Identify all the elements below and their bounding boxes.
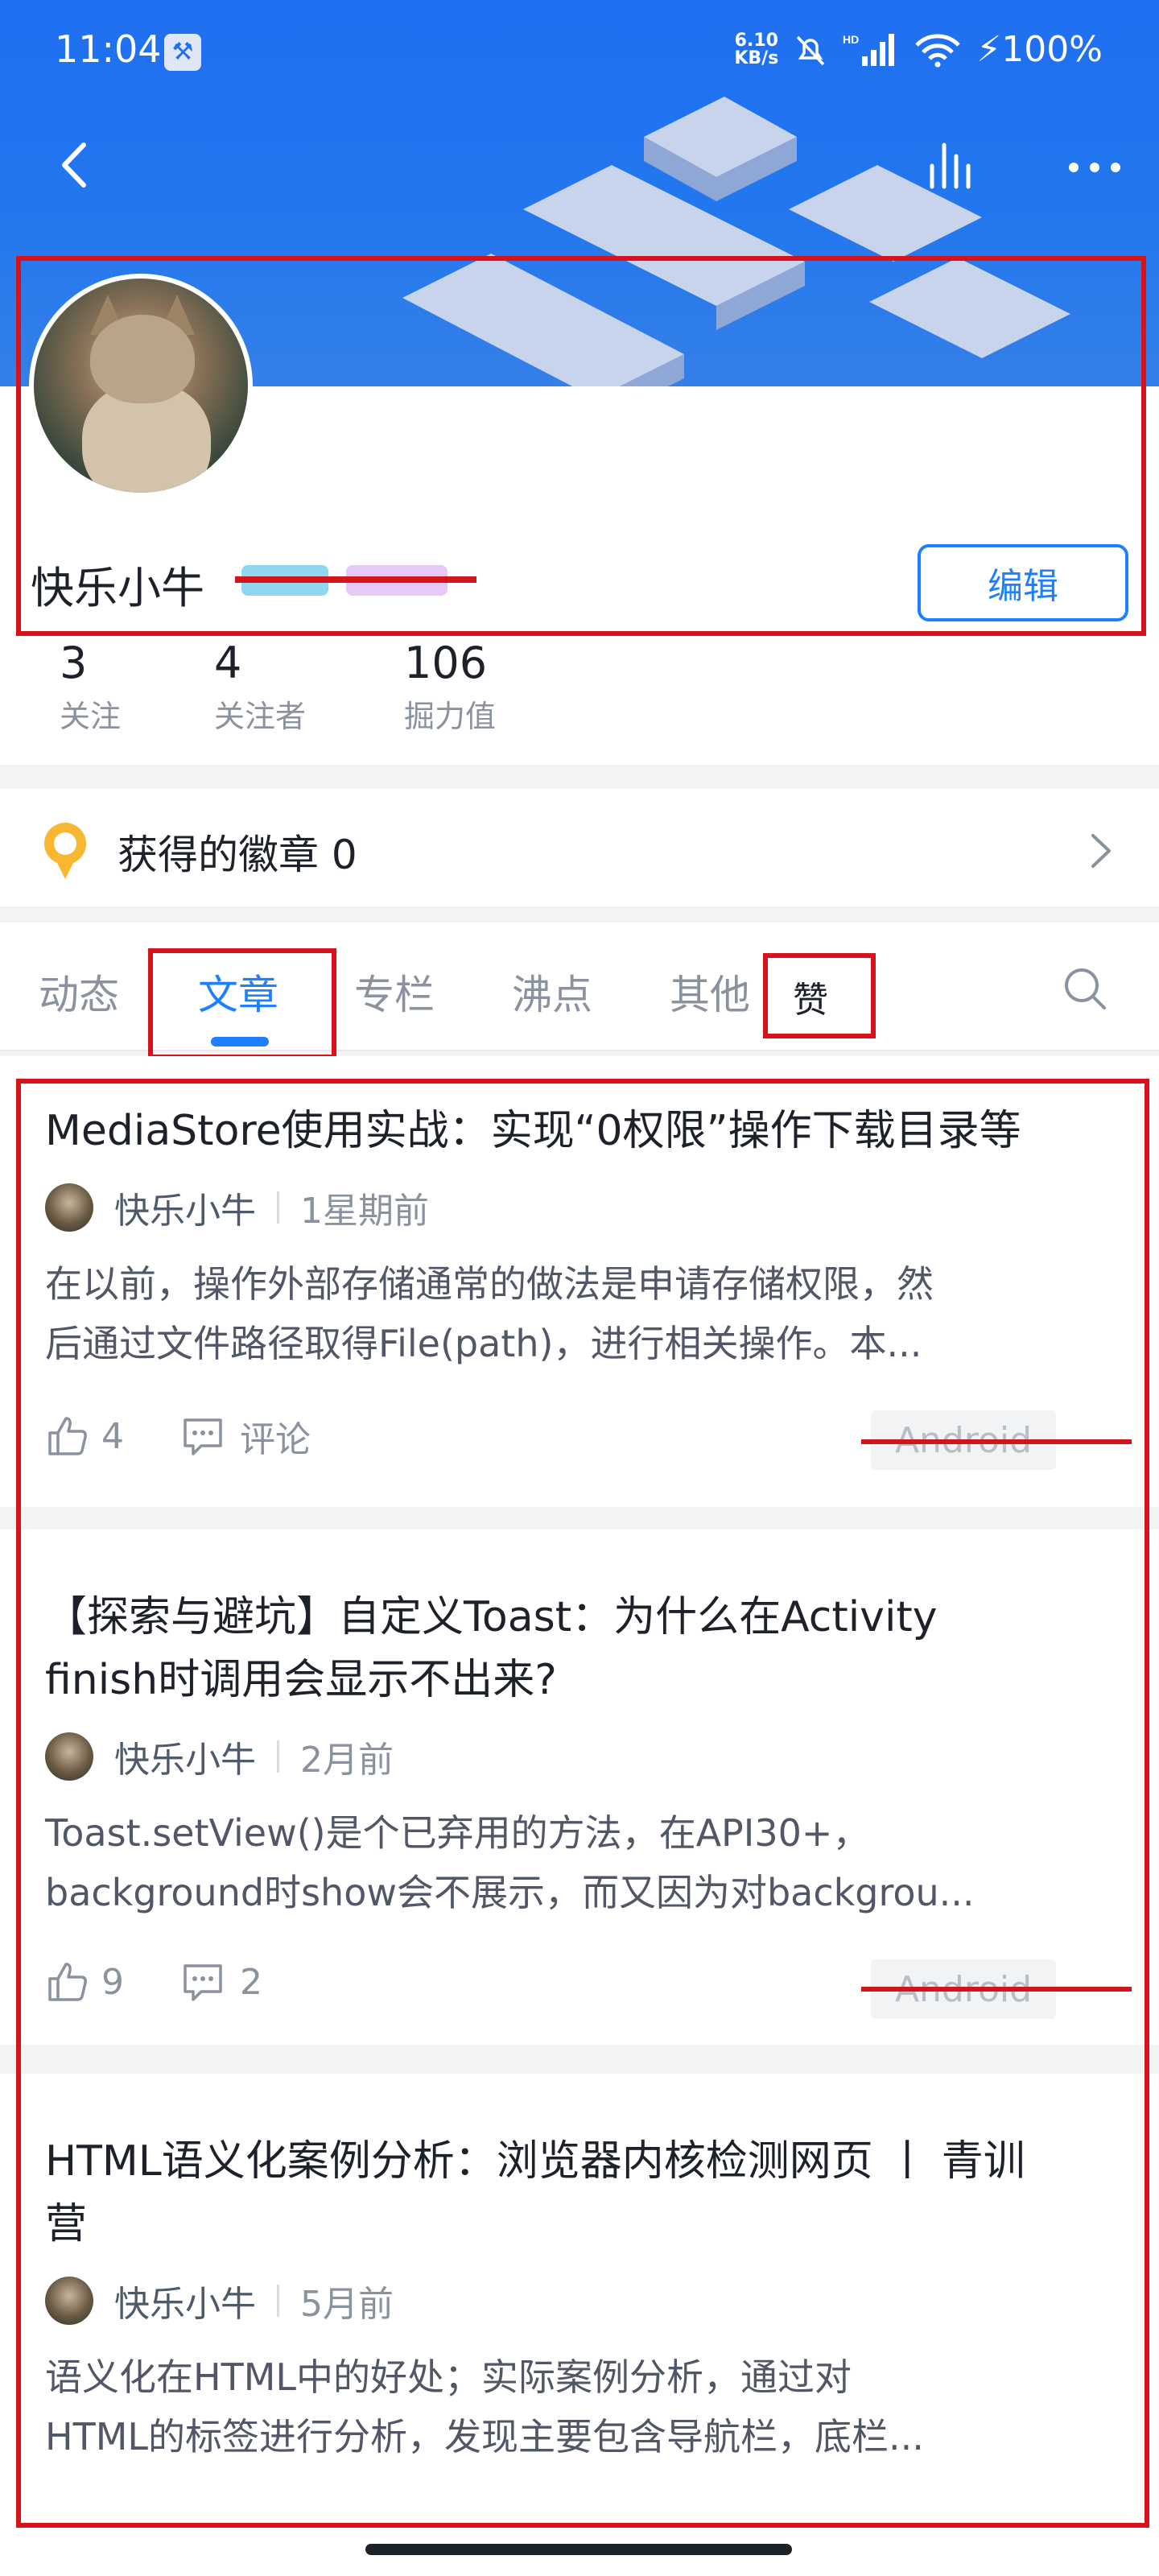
tab-other[interactable]: 其他 — [670, 963, 750, 1021]
annotation-box-articles-tab — [148, 948, 336, 1059]
bell-muted-icon — [797, 35, 825, 65]
stat-following[interactable]: 3 关注 — [60, 638, 121, 736]
tab-columns[interactable]: 专栏 — [354, 963, 435, 1021]
stat-followers[interactable]: 4 关注者 — [214, 638, 306, 736]
stats-icon[interactable] — [924, 138, 980, 195]
back-arrow-icon[interactable] — [48, 137, 105, 193]
badges-label: 获得的徽章 0 — [118, 832, 357, 878]
network-speed: 6.10 KB/s — [734, 30, 779, 68]
annotation-box-profile — [16, 256, 1146, 636]
top-nav — [0, 121, 1159, 209]
battery-level: ⚡100% — [976, 29, 1103, 70]
tab-pins[interactable]: 沸点 — [512, 963, 592, 1021]
signal-icon: HD — [843, 33, 895, 66]
badges-row[interactable]: 获得的徽章 0 — [0, 789, 1159, 906]
status-icons: 6.10 KB/s HD ⚡100% — [734, 29, 1103, 70]
wifi-icon — [915, 33, 961, 67]
tab-activity[interactable]: 动态 — [39, 963, 119, 1021]
more-icon[interactable] — [1062, 138, 1127, 195]
annotation-box-article-list — [16, 1079, 1149, 2528]
chevron-right-icon — [1091, 834, 1111, 868]
search-icon[interactable] — [1061, 964, 1109, 1013]
home-indicator[interactable] — [365, 2544, 792, 2555]
network-type: HD — [843, 33, 859, 46]
status-bar: 11:04 ⚒ 6.10 KB/s HD ⚡100% — [0, 0, 1159, 105]
status-time: 11:04 — [55, 27, 162, 71]
stat-juejin-points[interactable]: 106 掘力值 — [404, 638, 496, 736]
annotation-box-likes-tab — [763, 953, 876, 1038]
wrench-icon: ⚒ — [164, 34, 201, 71]
medal-icon — [44, 823, 86, 879]
